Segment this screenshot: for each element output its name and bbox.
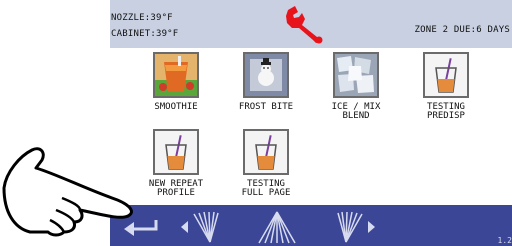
nozzle-temp: NOZZLE:39°F [111,13,173,23]
menu-item-label: TESTING PREDISP [427,102,465,121]
menu-item-testing-predisp[interactable]: TESTING PREDISP [400,48,492,121]
cabinet-temp: CABINET:39°F [111,29,179,39]
cup-icon [423,52,469,98]
menu-item-frost-bite[interactable]: FROST BITE [220,48,312,120]
navigation-bar: 1.2 [110,205,512,246]
menu-item-ice-mix-blend[interactable]: ICE / MIX BLEND [310,48,402,121]
ice-image [333,52,379,98]
prev-page-icon[interactable] [180,210,234,244]
up-icon[interactable] [256,210,298,244]
menu-item-label: ICE / MIX BLEND [331,102,381,121]
frost-bite-image [243,52,289,98]
menu-item-label: SMOOTHIE [154,102,198,112]
menu-item-label: TESTING FULL PAGE [241,179,291,198]
menu-item-label: NEW REPEAT PROFILE [148,179,204,198]
menu-item-testing-full-page[interactable]: TESTING FULL PAGE [220,125,312,198]
version-label: 1.2 [497,236,512,245]
menu-item-smoothie[interactable]: SMOOTHIE [130,48,222,120]
dispenser-screen: NOZZLE:39°F CABINET:39°F ZONE 2 DUE:6 DA… [110,0,512,246]
smoothie-image [153,52,199,98]
wrench-icon[interactable] [283,4,329,44]
next-page-icon[interactable] [322,210,376,244]
status-bar: NOZZLE:39°F CABINET:39°F ZONE 2 DUE:6 DA… [110,0,512,48]
menu-item-new-repeat-profile[interactable]: NEW REPEAT PROFILE [130,125,222,198]
menu-item-label: FROST BITE [238,102,294,112]
menu-grid: SMOOTHIE FROST BITE ICE / MIX BLEND TEST… [110,48,512,204]
cup-icon [243,129,289,175]
cup-icon [153,129,199,175]
zone-due-status: ZONE 2 DUE:6 DAYS [414,25,510,35]
pointing-hand-icon [2,147,133,237]
